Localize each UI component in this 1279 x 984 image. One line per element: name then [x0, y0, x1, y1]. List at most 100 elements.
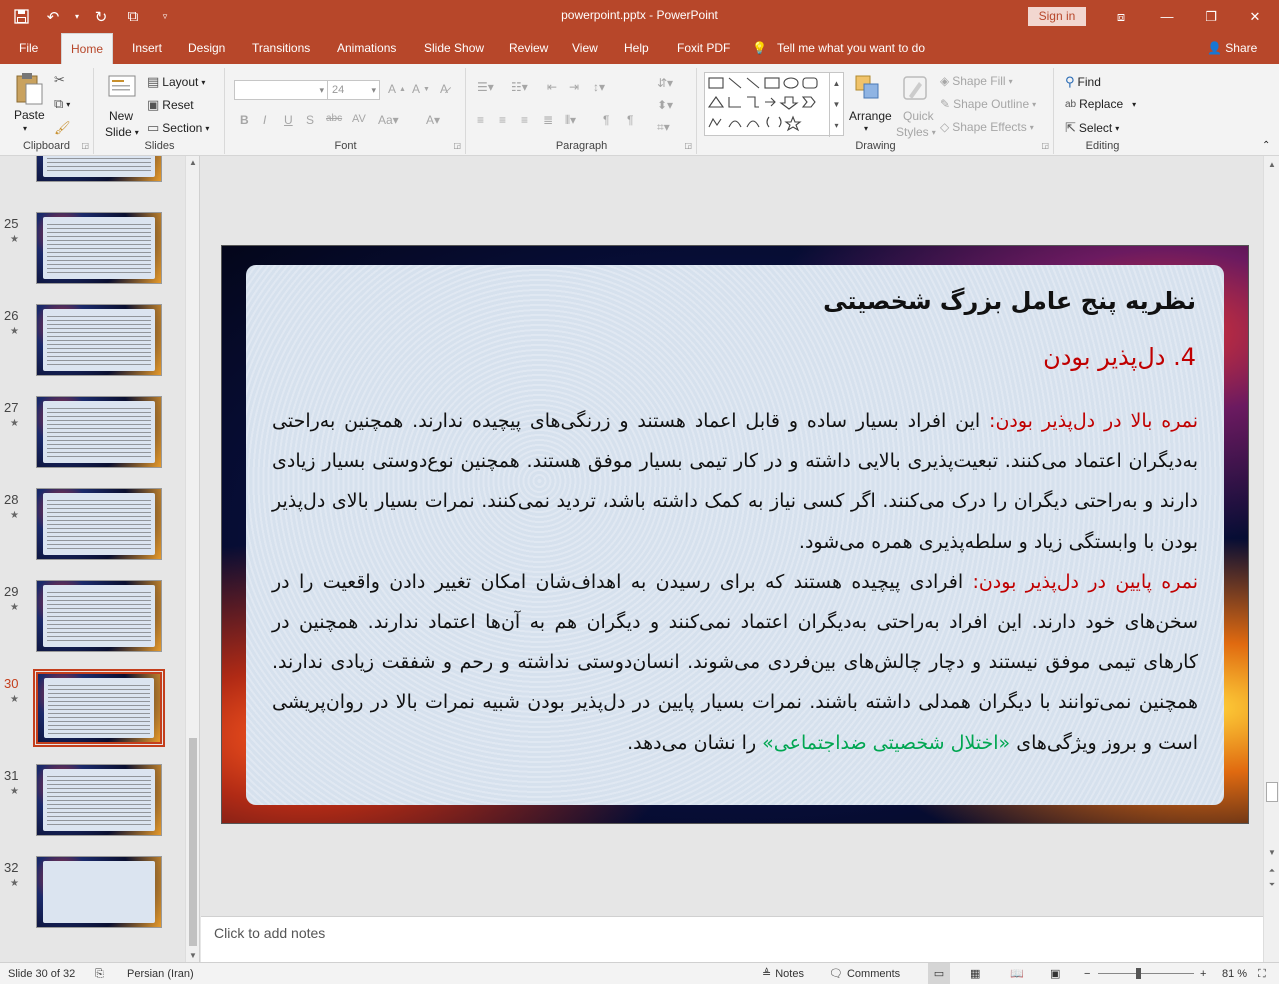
- share-button[interactable]: 👤 Share: [1207, 33, 1257, 64]
- tab-insert[interactable]: Insert: [123, 33, 171, 64]
- align-center-icon[interactable]: ≡: [499, 113, 506, 127]
- collapse-ribbon-icon[interactable]: ⌃: [1262, 140, 1270, 151]
- quick-styles-icon[interactable]: [901, 74, 933, 106]
- slide-subtitle[interactable]: 4. دل‌پذیر بودن: [1043, 343, 1196, 371]
- slide-sorter-icon[interactable]: ▦: [970, 963, 980, 984]
- tab-transitions[interactable]: Transitions: [243, 33, 319, 64]
- language-indicator[interactable]: Persian (Iran): [127, 963, 194, 984]
- character-spacing-icon[interactable]: AV: [352, 113, 366, 125]
- zoom-slider[interactable]: [1098, 963, 1194, 984]
- thumbnail-29[interactable]: 29 ★: [0, 580, 185, 672]
- tab-slide-show[interactable]: Slide Show: [415, 33, 493, 64]
- thumbnail-32[interactable]: 32 ★: [0, 856, 185, 948]
- format-painter-icon[interactable]: 🖌: [54, 120, 71, 136]
- scroll-down-icon[interactable]: ▼: [1264, 848, 1279, 857]
- sign-in-button[interactable]: Sign in: [1028, 7, 1086, 26]
- shapes-gallery-scroll-icon[interactable]: ▲ ▼ ▾: [829, 73, 843, 137]
- normal-view-icon[interactable]: ▭: [928, 963, 950, 984]
- undo-dropdown-icon[interactable]: ▾: [72, 4, 82, 30]
- tab-home[interactable]: Home: [61, 33, 114, 64]
- notes-button[interactable]: ≜ Notes: [762, 963, 804, 984]
- comments-button[interactable]: 🗨 Comments: [829, 963, 900, 984]
- cut-icon[interactable]: ✂: [54, 72, 65, 88]
- decrease-font-size-icon[interactable]: A ▼: [412, 82, 430, 96]
- arrange-button[interactable]: Arrange: [849, 109, 892, 123]
- bullets-icon[interactable]: ☰▾: [477, 80, 494, 94]
- copy-icon[interactable]: ⧉ ▾: [54, 96, 70, 112]
- smartart-icon[interactable]: ⌗▾: [657, 120, 670, 135]
- slide-title[interactable]: نظریه پنج عامل بزرگ شخصیتی: [823, 287, 1196, 315]
- italic-icon[interactable]: I: [263, 113, 266, 127]
- align-text-icon[interactable]: ⬍▾: [657, 98, 673, 112]
- paste-dropdown-icon[interactable]: ▾: [23, 124, 27, 133]
- tab-design[interactable]: Design: [179, 33, 234, 64]
- thumbnail-31[interactable]: 31 ★: [0, 764, 185, 856]
- zoom-in-icon[interactable]: +: [1200, 963, 1206, 984]
- change-case-icon[interactable]: Aa▾: [378, 113, 399, 127]
- new-slide-label-1[interactable]: New: [109, 109, 133, 123]
- tell-me-search[interactable]: 💡 Tell me what you want to do: [752, 33, 925, 64]
- rtl-icon[interactable]: ¶: [603, 113, 609, 127]
- save-icon[interactable]: [8, 4, 34, 30]
- paragraph-launcher-icon[interactable]: ◲: [684, 141, 692, 150]
- thumbnail-27[interactable]: 27 ★: [0, 396, 185, 488]
- quick-styles-label-1[interactable]: Quick: [903, 109, 934, 123]
- shape-fill-button[interactable]: ◈ Shape Fill ▾: [940, 74, 1013, 88]
- line-spacing-icon[interactable]: ↕▾: [593, 80, 605, 94]
- columns-icon[interactable]: ⫴▾: [565, 113, 576, 128]
- font-color-icon[interactable]: A▾: [426, 113, 440, 127]
- scroll-up-icon[interactable]: ▲: [1264, 160, 1279, 169]
- slide-scrollbar[interactable]: ▲ ▼ ⏶ ⏷: [1263, 156, 1279, 962]
- tab-review[interactable]: Review: [500, 33, 557, 64]
- underline-icon[interactable]: U: [284, 113, 293, 127]
- arrange-dropdown-icon[interactable]: ▾: [864, 124, 868, 133]
- increase-indent-icon[interactable]: ⇥: [569, 80, 579, 94]
- scroll-up-icon[interactable]: ▲: [186, 158, 199, 167]
- strikethrough-icon[interactable]: abc: [326, 113, 342, 124]
- paste-icon[interactable]: [14, 72, 46, 105]
- shapes-gallery[interactable]: ▲ ▼ ▾: [704, 72, 844, 137]
- redo-icon[interactable]: ↻: [88, 4, 114, 30]
- previous-slide-icon[interactable]: ⏶: [1264, 866, 1279, 876]
- undo-icon[interactable]: ↶: [40, 4, 66, 30]
- tab-view[interactable]: View: [563, 33, 607, 64]
- font-launcher-icon[interactable]: ◲: [453, 141, 461, 150]
- text-shadow-icon[interactable]: S: [306, 113, 314, 127]
- zoom-out-icon[interactable]: −: [1084, 963, 1090, 984]
- thumbnail-26[interactable]: 26 ★: [0, 304, 185, 396]
- layout-button[interactable]: ▤ Layout ▾: [147, 74, 205, 90]
- ribbon-display-options-icon[interactable]: ⧈: [1098, 0, 1144, 33]
- drawing-launcher-icon[interactable]: ◲: [1041, 141, 1049, 150]
- quick-styles-button[interactable]: Styles ▾: [896, 125, 936, 139]
- minimize-icon[interactable]: —: [1144, 0, 1190, 33]
- select-button[interactable]: ⇱ Select ▾: [1065, 120, 1119, 136]
- tab-animations[interactable]: Animations: [328, 33, 405, 64]
- new-slide-icon[interactable]: [107, 72, 139, 104]
- reset-button[interactable]: ▣ Reset: [147, 97, 194, 113]
- thumbnail-28[interactable]: 28 ★: [0, 488, 185, 580]
- tab-file[interactable]: File: [10, 33, 47, 64]
- replace-button[interactable]: ab Replace ▾: [1065, 97, 1136, 111]
- bold-icon[interactable]: B: [240, 113, 249, 127]
- section-button[interactable]: ▭ Section ▾: [147, 120, 209, 136]
- new-slide-button[interactable]: Slide ▾: [105, 125, 139, 139]
- customize-qat-icon[interactable]: ▿: [152, 4, 178, 30]
- tab-help[interactable]: Help: [615, 33, 658, 64]
- slide-show-icon[interactable]: ▣: [1050, 963, 1060, 984]
- ltr-icon[interactable]: ¶: [627, 113, 633, 127]
- zoom-level[interactable]: 81 %: [1222, 963, 1247, 984]
- scroll-thumb[interactable]: [189, 738, 197, 946]
- shape-outline-button[interactable]: ✎ Shape Outline ▾: [940, 97, 1036, 111]
- scroll-down-icon[interactable]: ▼: [186, 951, 199, 960]
- shape-effects-button[interactable]: ◇ Shape Effects ▾: [940, 120, 1034, 134]
- align-left-icon[interactable]: ≡: [477, 113, 484, 127]
- clear-formatting-icon[interactable]: A̷: [440, 82, 448, 96]
- increase-font-size-icon[interactable]: A ▲: [388, 82, 406, 96]
- thumbnail-25[interactable]: 25 ★: [0, 212, 185, 304]
- font-size-combo[interactable]: 24 ▾: [327, 80, 380, 100]
- start-from-beginning-icon[interactable]: ⧉: [120, 4, 146, 30]
- fit-to-window-icon[interactable]: ⛶: [1258, 963, 1266, 984]
- thumbnail-30[interactable]: 30 ★: [0, 669, 185, 764]
- font-name-combo[interactable]: ▾: [234, 80, 328, 100]
- spelling-check-icon[interactable]: ⎘: [95, 963, 104, 984]
